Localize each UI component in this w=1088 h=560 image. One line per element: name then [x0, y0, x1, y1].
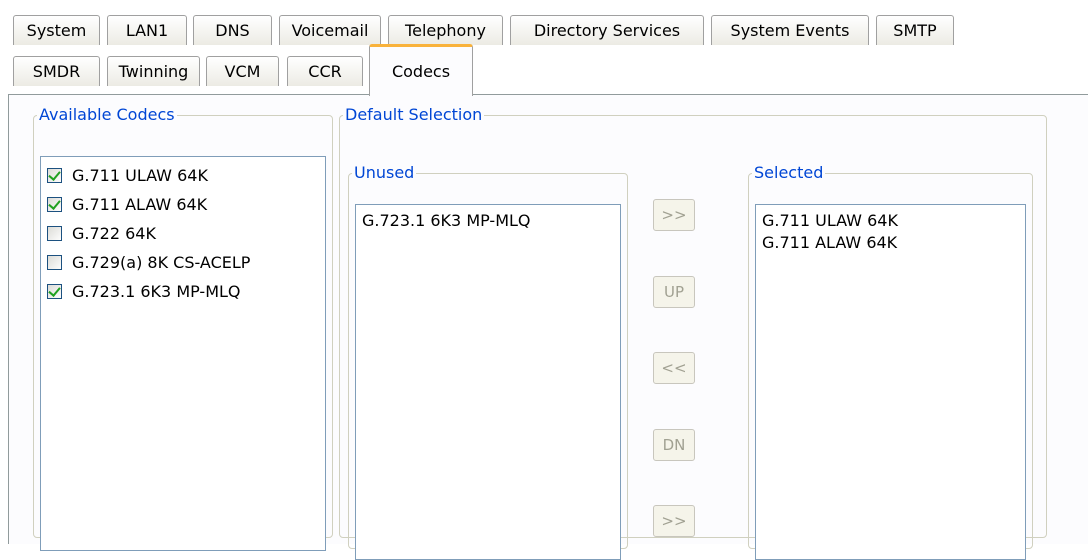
- codec-label: G.723.1 6K3 MP-MLQ: [72, 281, 241, 301]
- add-all-button[interactable]: >>: [653, 505, 695, 537]
- selected-codecs-list[interactable]: G.711 ULAW 64K G.711 ALAW 64K: [755, 204, 1026, 560]
- tab-codecs[interactable]: Codecs: [369, 44, 473, 96]
- remove-button[interactable]: <<: [653, 352, 695, 384]
- codec-item[interactable]: G.711 ULAW 64K: [47, 162, 208, 188]
- tab-lan1[interactable]: LAN1: [107, 15, 187, 45]
- list-item[interactable]: G.711 ALAW 64K: [762, 232, 897, 254]
- tab-system-events[interactable]: System Events: [711, 15, 869, 45]
- selected-legend: Selected: [754, 163, 824, 182]
- checkbox-unchecked-icon[interactable]: [47, 225, 62, 241]
- codec-item[interactable]: G.723.1 6K3 MP-MLQ: [47, 278, 241, 304]
- tab-ccr[interactable]: CCR: [287, 56, 363, 86]
- codec-label: G.729(a) 8K CS-ACELP: [72, 252, 251, 272]
- checkbox-checked-icon[interactable]: [47, 283, 62, 299]
- default-selection-group: Default Selection Unused G.723.1 6K3 MP-…: [339, 105, 1047, 560]
- tab-voicemail[interactable]: Voicemail: [279, 15, 381, 45]
- selected-group: Selected G.711 ULAW 64K G.711 ALAW 64K: [748, 163, 1033, 560]
- tab-dns[interactable]: DNS: [193, 15, 272, 45]
- add-button[interactable]: >>: [653, 199, 695, 231]
- checkbox-checked-icon[interactable]: [47, 196, 62, 212]
- codec-item[interactable]: G.729(a) 8K CS-ACELP: [47, 249, 250, 275]
- default-selection-legend: Default Selection: [345, 105, 483, 124]
- codec-label: G.722 64K: [72, 223, 156, 243]
- tab-system[interactable]: System: [13, 15, 100, 45]
- unused-codecs-list[interactable]: G.723.1 6K3 MP-MLQ: [355, 204, 621, 560]
- codec-item[interactable]: G.711 ALAW 64K: [47, 191, 207, 217]
- move-up-button[interactable]: UP: [653, 276, 695, 308]
- unused-group: Unused G.723.1 6K3 MP-MLQ: [348, 163, 628, 560]
- tab-telephony[interactable]: Telephony: [388, 15, 503, 45]
- tab-twinning[interactable]: Twinning: [107, 56, 200, 86]
- codec-label: G.711 ALAW 64K: [72, 194, 208, 214]
- tab-smtp[interactable]: SMTP: [876, 15, 954, 45]
- tab-smdr[interactable]: SMDR: [13, 56, 100, 86]
- checkbox-unchecked-icon[interactable]: [47, 254, 62, 270]
- unused-legend: Unused: [354, 163, 415, 182]
- list-item[interactable]: G.711 ULAW 64K: [762, 210, 898, 232]
- move-down-button[interactable]: DN: [653, 429, 695, 461]
- cropped-header-remnant: [0, 0, 200, 6]
- tab-directory-services[interactable]: Directory Services: [510, 15, 704, 45]
- codec-item[interactable]: G.722 64K: [47, 220, 156, 246]
- list-item[interactable]: G.723.1 6K3 MP-MLQ: [362, 210, 531, 232]
- available-codecs-legend: Available Codecs: [39, 105, 175, 124]
- checkbox-checked-icon[interactable]: [47, 167, 62, 183]
- codec-label: G.711 ULAW 64K: [72, 165, 208, 185]
- tab-vcm[interactable]: VCM: [206, 56, 279, 86]
- available-codecs-list[interactable]: G.711 ULAW 64K G.711 ALAW 64K G.722 64K …: [40, 156, 326, 551]
- available-codecs-group: Available Codecs G.711 ULAW 64K G.711 AL…: [33, 105, 333, 551]
- codecs-panel: Available Codecs G.711 ULAW 64K G.711 AL…: [8, 94, 1088, 560]
